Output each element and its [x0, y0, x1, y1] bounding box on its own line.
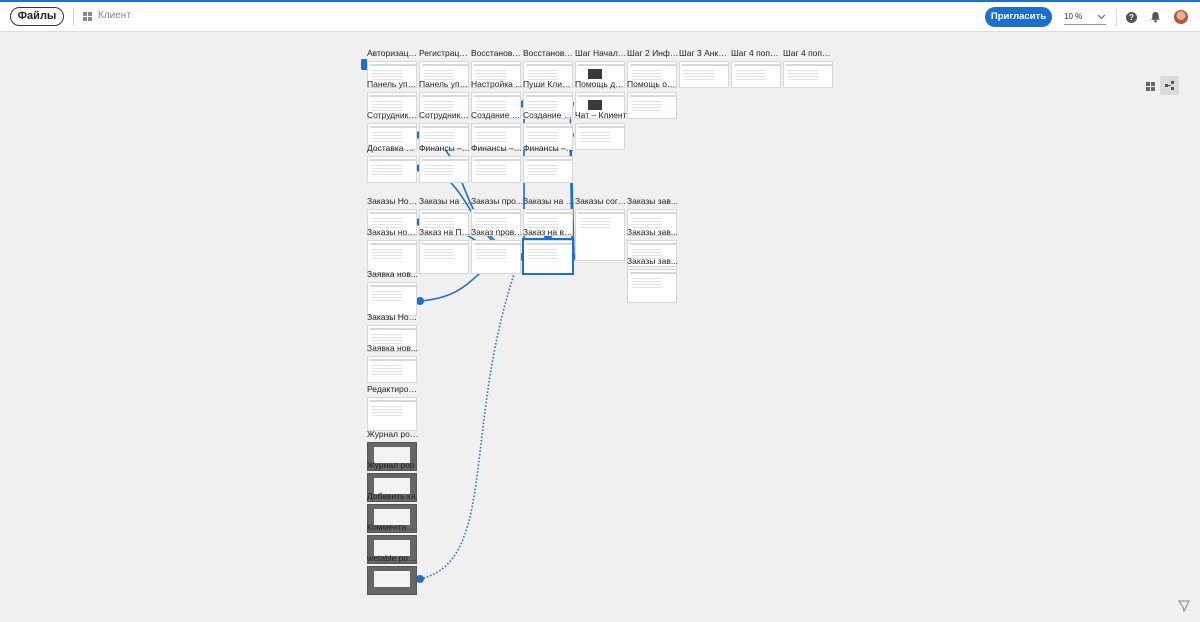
frame-title: Финансы – ...: [523, 143, 575, 153]
frame-title: Журнал рор...: [367, 429, 419, 439]
frame-title: Шаг 4 попол...: [783, 48, 835, 58]
frame-thumbnail[interactable]: [731, 61, 781, 88]
frame-title: Шаг 3 Анкет...: [679, 48, 731, 58]
bell-icon[interactable]: [1150, 11, 1161, 23]
frame-title: Заказ на Пр...: [419, 227, 471, 237]
flow-view-icon[interactable]: [1160, 76, 1179, 95]
prototype-canvas[interactable]: Авторизаци... Регистраци... Восстановл..…: [0, 31, 1200, 622]
frame-title: Помощь док...: [575, 79, 627, 89]
frame-title: Финансы – ...: [471, 143, 523, 153]
files-button[interactable]: Файлы: [10, 7, 64, 26]
frame-thumbnail[interactable]: [367, 566, 417, 595]
frame-title: Настройка ...: [471, 79, 523, 89]
frame-title: wetable pop...: [367, 553, 419, 563]
frame-title: Создание н...: [523, 110, 575, 120]
frame-title: Заказы Нов...: [367, 312, 419, 322]
frame-title: Доставка Вс...: [367, 143, 419, 153]
frame-title: Сотрудники...: [367, 110, 419, 120]
frame-title: Восстановл...: [471, 48, 523, 58]
frame-title: Заказы про...: [471, 196, 523, 206]
frame-thumbnail[interactable]: [419, 240, 469, 274]
frame-thumbnail[interactable]: [575, 123, 625, 150]
frame-title: Финансы – ...: [419, 143, 471, 153]
frame-title: Заказ на вы...: [523, 227, 575, 237]
frame-title: Создание н...: [471, 110, 523, 120]
frame-title: Заявка нов...: [367, 269, 418, 279]
frame-title: Авторизаци...: [367, 48, 419, 58]
frame-title: Заказы зав...: [627, 227, 678, 237]
frame-title: Заказ прове...: [471, 227, 523, 237]
avatar[interactable]: [1174, 10, 1188, 24]
frame-title: Заказы на в...: [523, 196, 575, 206]
frame-title: Пуши Клиен...: [523, 79, 575, 89]
frame-title: Редактиров...: [367, 384, 419, 394]
header-divider: [73, 8, 74, 25]
project-name[interactable]: Клиент: [98, 10, 131, 21]
frame-title: Заказы на п...: [419, 196, 471, 206]
header-divider: [1116, 9, 1117, 26]
frame-thumbnail[interactable]: [471, 156, 521, 183]
top-bar: Файлы Клиент Пригласить 10 % ?: [0, 2, 1200, 32]
frame-title: Заказы зав...: [627, 256, 678, 266]
frame-title: Восстановл...: [523, 48, 575, 58]
frame-title: Комментари...: [367, 522, 419, 532]
invite-button[interactable]: Пригласить: [985, 7, 1052, 27]
frame-thumbnail[interactable]: [783, 61, 833, 88]
zoom-select[interactable]: 10 %: [1064, 9, 1106, 25]
feedback-icon[interactable]: [1178, 600, 1190, 612]
frame-title: Добавить ка: [367, 491, 416, 501]
frame-title: Сотрудники...: [419, 110, 471, 120]
frame-title: Заказы согл...: [575, 196, 627, 206]
frame-title: Чат – Клиент: [575, 110, 627, 120]
frame-thumbnail[interactable]: [627, 269, 677, 303]
frame-title: Шаг 4 попол...: [731, 48, 783, 58]
frame-title: Заявка нов...: [367, 343, 418, 353]
frame-thumbnail[interactable]: [419, 156, 469, 183]
frame-title: Шаг Начало...: [575, 48, 627, 58]
frame-thumbnail[interactable]: [523, 156, 573, 183]
frame-thumbnail[interactable]: [471, 240, 521, 274]
frame-title: Панель упра...: [419, 79, 471, 89]
frame-thumbnail[interactable]: [679, 61, 729, 88]
grid-icon: [83, 12, 92, 21]
selected-frame-outline[interactable]: [522, 238, 574, 275]
frame-title: Заказы зав...: [627, 196, 678, 206]
frame-thumbnail[interactable]: [575, 209, 625, 261]
frame-title: Регистраци...: [419, 48, 471, 58]
frame-title: Шаг 2 Инфо ...: [627, 48, 679, 58]
frame-thumbnail[interactable]: [367, 156, 417, 183]
grid-view-icon[interactable]: [1141, 77, 1159, 95]
frame-title: Панель упра...: [367, 79, 419, 89]
frame-title: Заказы новы...: [367, 227, 419, 237]
help-icon[interactable]: ?: [1126, 12, 1137, 23]
frame-thumbnail[interactable]: [367, 356, 417, 383]
frame-thumbnail[interactable]: [627, 92, 677, 119]
frame-thumbnail[interactable]: [367, 397, 417, 431]
frame-title: Помощь обр...: [627, 79, 679, 89]
chevron-down-icon: [1097, 11, 1106, 20]
frame-title: Журнал рор: [367, 460, 415, 470]
zoom-value: 10 %: [1064, 12, 1083, 21]
frame-title: Заказы Нов...: [367, 196, 419, 206]
frame-thumbnail[interactable]: [367, 282, 417, 316]
